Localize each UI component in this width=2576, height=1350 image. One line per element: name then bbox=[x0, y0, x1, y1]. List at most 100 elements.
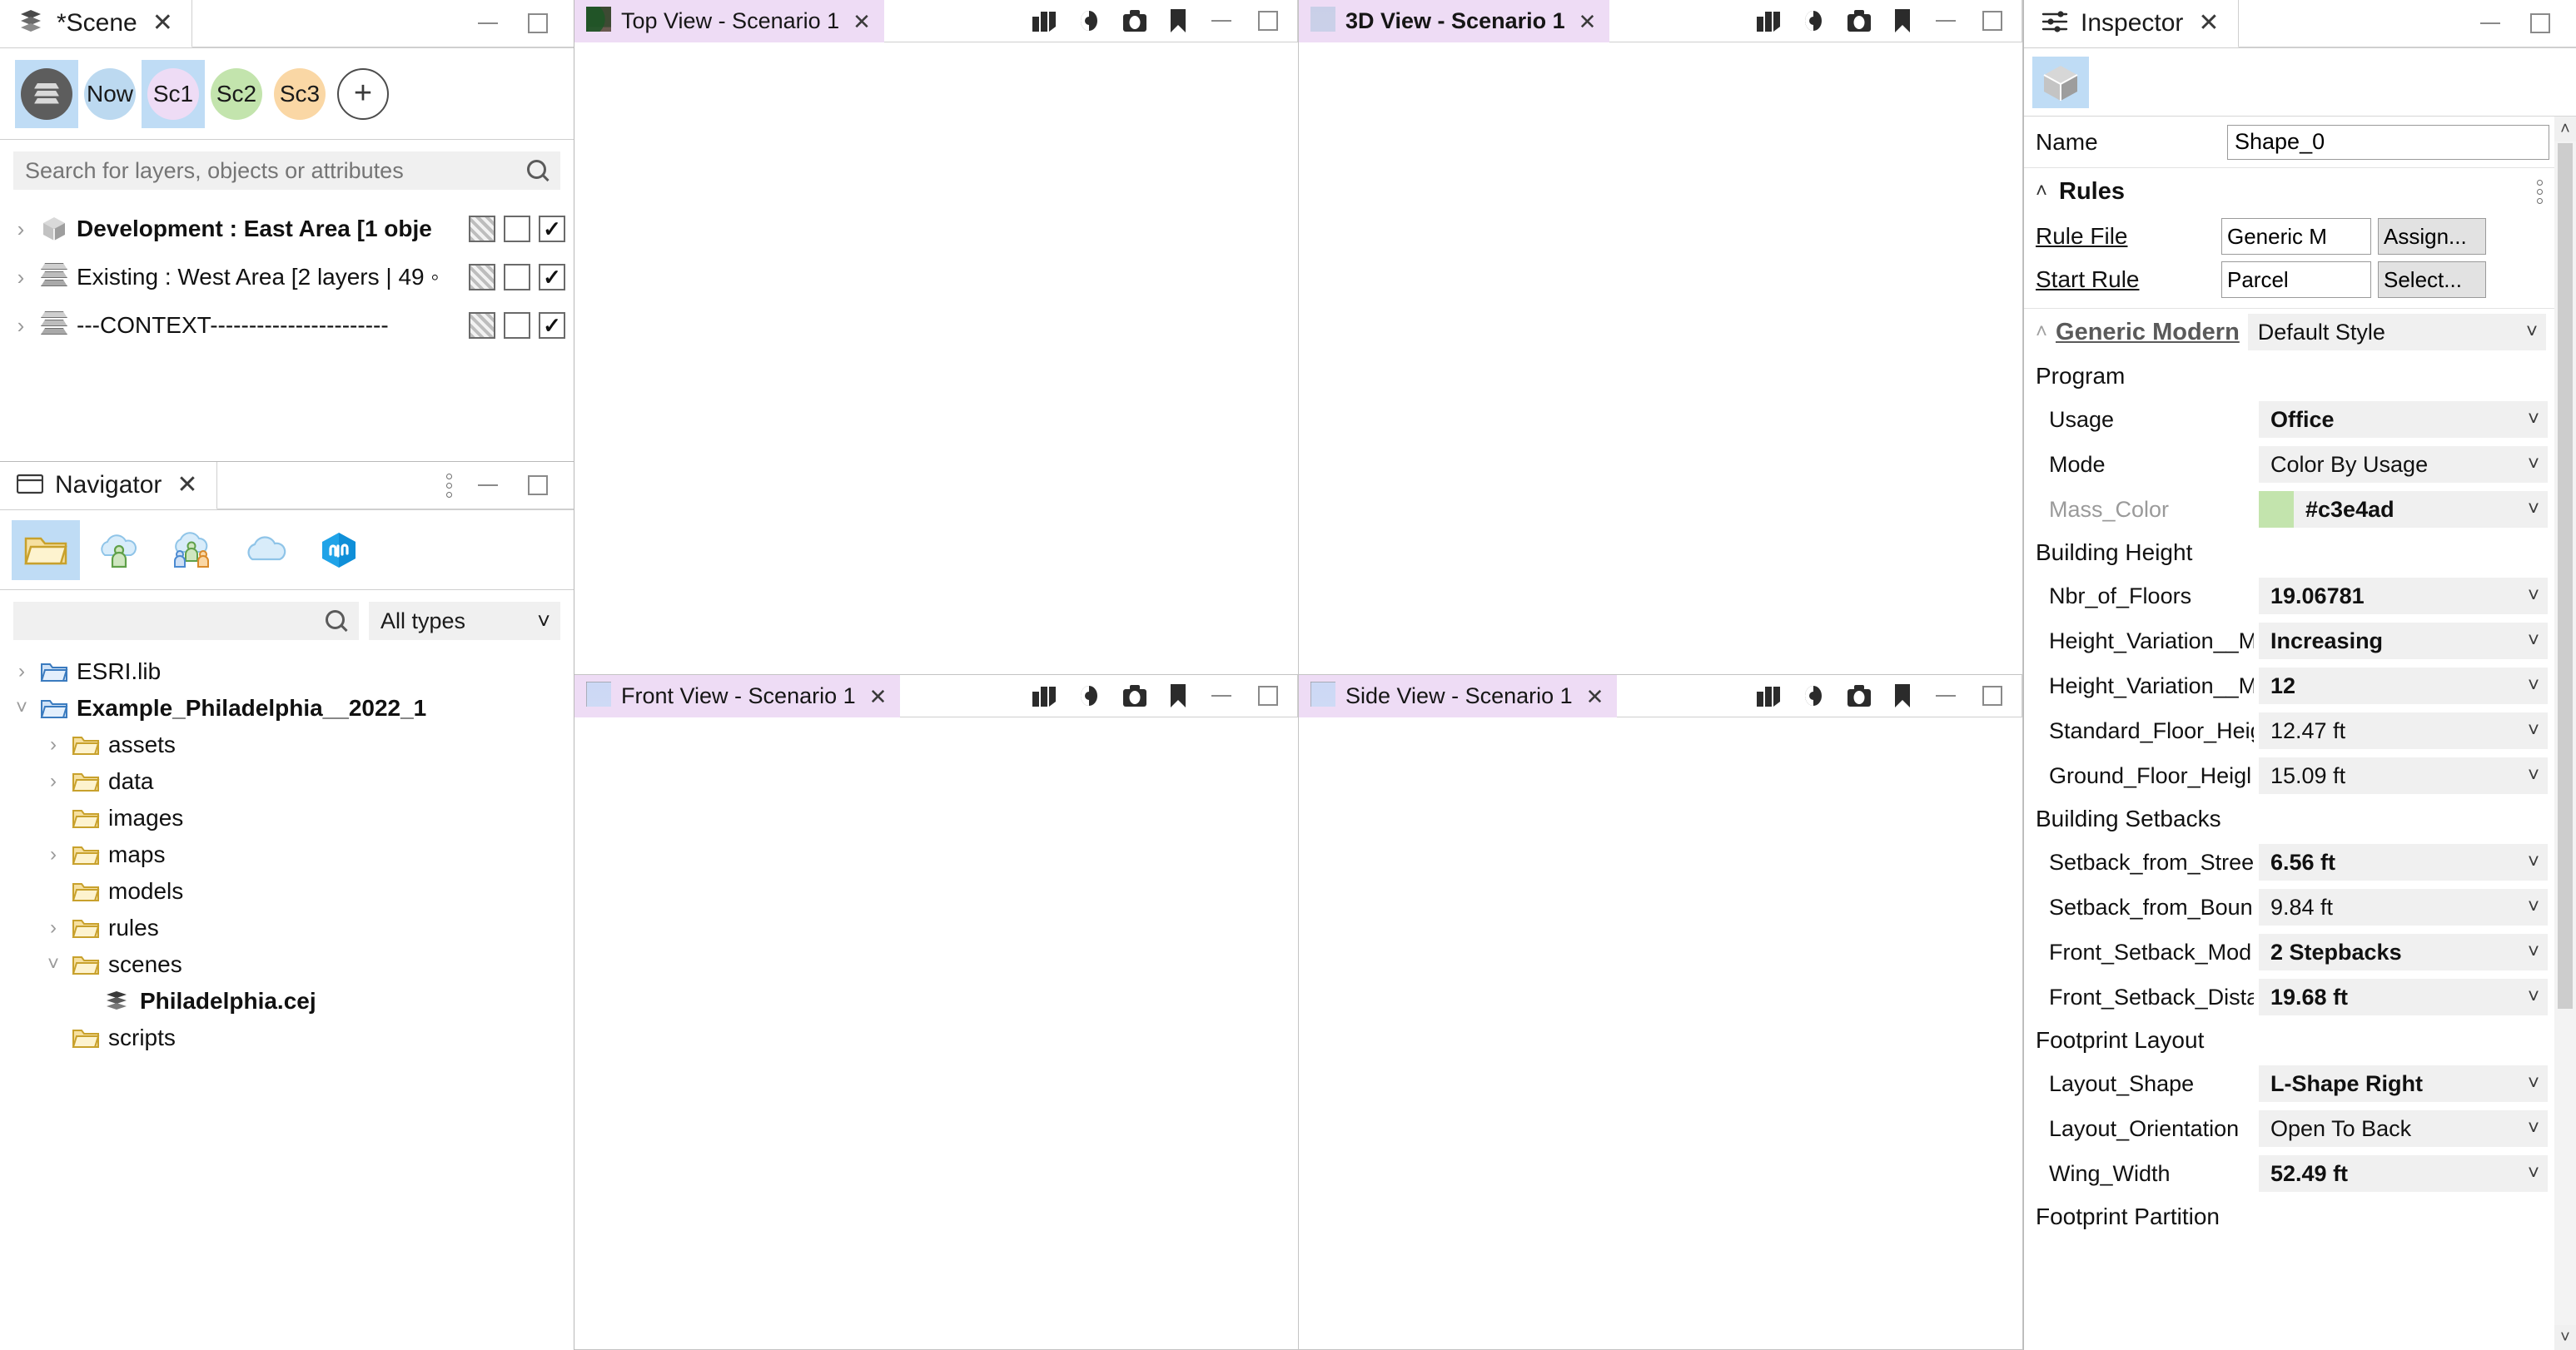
scenario-button-sc3[interactable]: Sc3 bbox=[268, 60, 331, 128]
style-select[interactable]: Default Style ˅ bbox=[2247, 314, 2546, 350]
eye-icon[interactable] bbox=[1076, 683, 1102, 708]
navigator-item[interactable]: › data bbox=[0, 763, 574, 800]
eye-icon[interactable] bbox=[1800, 683, 1827, 708]
scenario-button-+[interactable]: + bbox=[331, 60, 395, 128]
maximize-button[interactable] bbox=[1978, 7, 2007, 35]
eye-icon[interactable] bbox=[1076, 8, 1102, 33]
navigator-item[interactable]: Philadelphia.cej bbox=[0, 983, 574, 1020]
rule-label[interactable]: Rule File bbox=[2036, 223, 2215, 250]
minimize-button[interactable] bbox=[474, 471, 502, 499]
type-filter-select[interactable]: All types ˅ bbox=[369, 602, 560, 640]
maximize-button[interactable] bbox=[1254, 682, 1282, 710]
navigator-item[interactable]: ˅ scenes bbox=[0, 946, 574, 983]
navigator-item[interactable]: › ESRI.lib bbox=[0, 653, 574, 690]
scenario-button-all[interactable] bbox=[15, 59, 78, 128]
navigator-search-box[interactable] bbox=[13, 602, 359, 640]
viewport-top[interactable]: Top View - Scenario 1 ✕ bbox=[574, 0, 1299, 675]
attribute-value-select[interactable]: 6.56 ft ˅ bbox=[2259, 844, 2548, 881]
name-field[interactable] bbox=[2227, 124, 2549, 160]
camera-icon[interactable] bbox=[1845, 683, 1873, 708]
layers-icon[interactable] bbox=[1755, 683, 1782, 708]
expand-chevron-icon[interactable]: › bbox=[10, 313, 32, 339]
rule-value-field[interactable]: Generic M bbox=[2221, 218, 2371, 255]
layers-icon[interactable] bbox=[1755, 8, 1782, 33]
tab-inspector[interactable]: Inspector ✕ bbox=[2024, 0, 2239, 47]
close-icon[interactable]: ✕ bbox=[1579, 11, 1597, 32]
tab-scene[interactable]: *Scene ✕ bbox=[0, 0, 192, 47]
attribute-value-select[interactable]: 19.68 ft ˅ bbox=[2259, 979, 2548, 1015]
bookmark-icon[interactable] bbox=[1892, 7, 1913, 34]
navigator-item[interactable]: scripts bbox=[0, 1020, 574, 1056]
layer-select-checkbox[interactable] bbox=[504, 216, 530, 242]
camera-icon[interactable] bbox=[1121, 683, 1149, 708]
search-icon[interactable] bbox=[326, 610, 347, 632]
layer-row[interactable]: › Existing : West Area [2 layers | 49 ◦ ✓ bbox=[0, 253, 574, 301]
viewport-perspective[interactable]: 3D View - Scenario 1 ✕ bbox=[1299, 0, 2023, 675]
rule-action-button[interactable]: Assign... bbox=[2378, 218, 2486, 255]
attribute-value-select[interactable]: Color By Usage ˅ bbox=[2259, 446, 2548, 483]
scenario-button-sc2[interactable]: Sc2 bbox=[205, 60, 268, 128]
minimize-button[interactable] bbox=[1932, 7, 1960, 35]
rule-label[interactable]: Start Rule bbox=[2036, 266, 2215, 293]
maximize-button[interactable] bbox=[1254, 7, 1282, 35]
inspector-scrollbar[interactable]: ˄ ˅ bbox=[2554, 117, 2576, 1350]
attribute-value-select[interactable]: Open To Back ˅ bbox=[2259, 1110, 2548, 1147]
bookmark-icon[interactable] bbox=[1167, 7, 1189, 34]
public-cloud-icon[interactable] bbox=[231, 520, 300, 580]
maximize-button[interactable] bbox=[2526, 9, 2554, 37]
scroll-up-button[interactable]: ˄ bbox=[2554, 117, 2576, 141]
attribute-value-select[interactable]: 19.06781 ˅ bbox=[2259, 578, 2548, 614]
viewport-tab[interactable]: 3D View - Scenario 1 ✕ bbox=[1299, 0, 2022, 674]
attribute-value-select[interactable]: Office ˅ bbox=[2259, 401, 2548, 438]
arcgis-online-icon[interactable] bbox=[305, 520, 373, 580]
shared-content-cloud-icon[interactable] bbox=[158, 520, 226, 580]
color-swatch[interactable] bbox=[2259, 491, 2294, 528]
maximize-button[interactable] bbox=[524, 471, 552, 499]
shape-cube-icon[interactable] bbox=[2032, 56, 2089, 108]
close-icon[interactable]: ✕ bbox=[2198, 11, 2219, 36]
navigator-item[interactable]: › assets bbox=[0, 727, 574, 763]
attribute-value-select[interactable]: 2 Stepbacks ˅ bbox=[2259, 934, 2548, 970]
layers-icon[interactable] bbox=[1031, 683, 1057, 708]
search-icon[interactable] bbox=[527, 160, 549, 181]
expand-chevron-icon[interactable]: › bbox=[43, 770, 63, 793]
attribute-value-select[interactable]: #c3e4ad ˅ bbox=[2259, 491, 2548, 528]
viewport-tab[interactable]: Side View - Scenario 1 ✕ bbox=[1299, 675, 2022, 1313]
layer-row[interactable]: › Development : East Area [1 obje ✓ bbox=[0, 205, 574, 253]
expand-chevron-icon[interactable]: ˅ bbox=[43, 953, 63, 976]
bookmark-icon[interactable] bbox=[1167, 682, 1189, 709]
layers-icon[interactable] bbox=[1031, 8, 1057, 33]
camera-icon[interactable] bbox=[1121, 8, 1149, 33]
layer-row[interactable]: › ---CONTEXT----------------------- ✓ bbox=[0, 301, 574, 350]
viewport-canvas[interactable] bbox=[1299, 717, 2022, 1349]
attribute-value-select[interactable]: 52.49 ft ˅ bbox=[2259, 1155, 2548, 1192]
expand-chevron-icon[interactable]: › bbox=[10, 265, 32, 290]
layer-visible-checkbox[interactable]: ✓ bbox=[539, 312, 565, 339]
viewport-side[interactable]: Side View - Scenario 1 ✕ bbox=[1299, 675, 2023, 1350]
navigator-item[interactable]: › maps bbox=[0, 836, 574, 873]
scenario-button-now[interactable]: Now bbox=[78, 60, 142, 128]
navigator-item[interactable]: images bbox=[0, 800, 574, 836]
expand-chevron-icon[interactable]: ˅ bbox=[12, 697, 32, 720]
layer-style-toggle[interactable] bbox=[469, 264, 495, 290]
layer-visible-checkbox[interactable]: ✓ bbox=[539, 264, 565, 290]
close-icon[interactable]: ✕ bbox=[177, 473, 197, 498]
close-icon[interactable]: ✕ bbox=[853, 11, 871, 32]
eye-icon[interactable] bbox=[1800, 8, 1827, 33]
navigator-item[interactable]: models bbox=[0, 873, 574, 910]
attribute-value-select[interactable]: 15.09 ft ˅ bbox=[2259, 757, 2548, 794]
viewport-canvas[interactable] bbox=[574, 717, 1298, 1349]
layer-visible-checkbox[interactable]: ✓ bbox=[539, 216, 565, 242]
viewport-tab[interactable]: Front View - Scenario 1 ✕ bbox=[574, 675, 1298, 1313]
viewport-front[interactable]: Front View - Scenario 1 ✕ bbox=[574, 675, 1299, 1350]
rule-action-button[interactable]: Select... bbox=[2378, 261, 2486, 298]
viewport-canvas[interactable] bbox=[574, 42, 1298, 674]
layer-select-checkbox[interactable] bbox=[504, 312, 530, 339]
expand-chevron-icon[interactable]: › bbox=[12, 660, 32, 683]
scenario-button-sc1[interactable]: Sc1 bbox=[142, 59, 205, 128]
expand-chevron-icon[interactable]: › bbox=[43, 733, 63, 757]
local-folder-icon[interactable] bbox=[12, 519, 80, 580]
viewport-tab[interactable]: Top View - Scenario 1 ✕ bbox=[574, 0, 1298, 674]
bookmark-icon[interactable] bbox=[1892, 682, 1913, 709]
attribute-value-select[interactable]: Increasing ˅ bbox=[2259, 623, 2548, 659]
